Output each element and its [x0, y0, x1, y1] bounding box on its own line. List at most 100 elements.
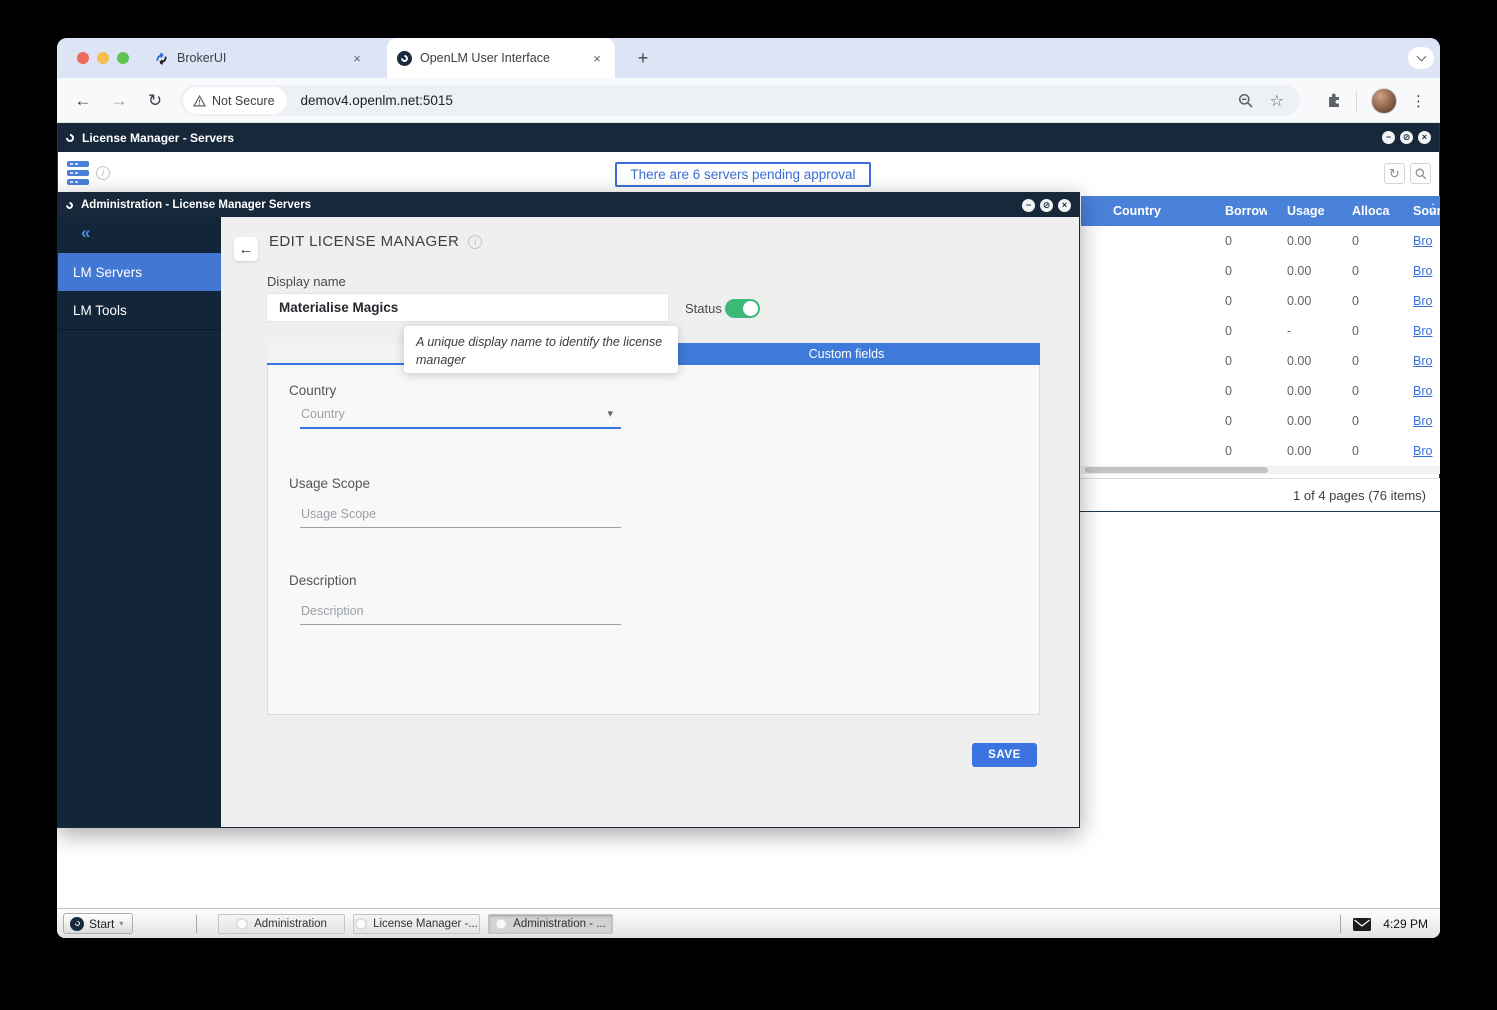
servers-icon[interactable]	[67, 161, 89, 185]
usage-scope-input[interactable]	[300, 507, 621, 527]
column-settings-icon[interactable]: ⋮	[1427, 201, 1439, 215]
browser-tab-strip: BrokerUI × OpenLM User Interface × +	[57, 38, 1440, 78]
forward-icon[interactable]: →	[105, 78, 133, 123]
source-link[interactable]: Bro	[1413, 444, 1432, 458]
search-icon	[1415, 168, 1426, 179]
display-name-input[interactable]	[266, 293, 669, 322]
macos-minimize-button[interactable]	[97, 52, 109, 64]
sidebar-item-lm-servers[interactable]: LM Servers	[58, 253, 221, 291]
source-link[interactable]: Bro	[1413, 384, 1432, 398]
cell-usage: 0.00	[1287, 294, 1312, 308]
save-button[interactable]: SAVE	[972, 743, 1037, 767]
minimize-icon[interactable]: −	[1382, 131, 1395, 144]
openlm-favicon	[397, 50, 412, 66]
status-label: Status	[685, 301, 722, 316]
new-tab-button[interactable]: +	[631, 46, 655, 70]
source-link[interactable]: Bro	[1413, 354, 1432, 368]
tab-brokerui[interactable]: BrokerUI ×	[143, 38, 375, 78]
admin-titlebar[interactable]: Administration - License Manager Servers…	[58, 193, 1079, 217]
refresh-button[interactable]: ↻	[1384, 163, 1405, 184]
browser-menu-icon[interactable]: ⋮	[1411, 92, 1426, 110]
info-icon[interactable]: i	[96, 166, 110, 180]
column-header-usage[interactable]: Usage	[1287, 196, 1333, 226]
maximize-icon[interactable]: ⊘	[1400, 131, 1413, 144]
mail-icon[interactable]	[1353, 917, 1372, 931]
macos-close-button[interactable]	[77, 52, 89, 64]
address-bar[interactable]: Not Secure demov4.openlm.net:5015 ☆	[180, 85, 1300, 116]
sidebar-collapse-icon[interactable]: «	[81, 223, 90, 243]
start-button[interactable]: Start ▾	[63, 913, 133, 934]
tab-custom-fields[interactable]: Custom fields	[653, 343, 1040, 365]
usage-scope-label: Usage Scope	[289, 476, 371, 491]
table-row[interactable]: 0 0.00 0 Bro	[1081, 286, 1440, 316]
minimize-icon[interactable]: −	[1022, 198, 1035, 212]
source-link[interactable]: Bro	[1413, 324, 1432, 338]
bookmark-star-icon[interactable]: ☆	[1270, 91, 1284, 111]
table-row[interactable]: 0 0.00 0 Bro	[1081, 346, 1440, 376]
page-title: EDIT LICENSE MANAGER	[269, 233, 460, 250]
tab-openlm[interactable]: OpenLM User Interface ×	[387, 38, 615, 78]
close-icon[interactable]: ×	[1058, 198, 1071, 212]
browser-toolbar: ← → ↻ Not Secure demov4.openlm.net:5015 …	[57, 78, 1440, 123]
horizontal-scrollbar[interactable]	[1081, 466, 1440, 474]
scrollbar-thumb[interactable]	[1085, 467, 1268, 473]
source-link[interactable]: Bro	[1413, 294, 1432, 308]
cell-usage: 0.00	[1287, 234, 1312, 248]
cell-borrow: 0	[1225, 354, 1232, 368]
pending-approval-banner[interactable]: There are 6 servers pending approval	[615, 162, 871, 187]
chevron-down-icon[interactable]: ▾	[607, 407, 613, 420]
warning-icon	[193, 94, 206, 106]
table-row[interactable]: 0 0.00 0 Bro	[1081, 256, 1440, 286]
window-icon	[236, 918, 249, 930]
openlm-window-icon	[64, 131, 76, 144]
cell-usage: 0.00	[1287, 444, 1312, 458]
window-icon	[495, 918, 508, 930]
not-secure-chip[interactable]: Not Secure	[183, 87, 287, 114]
status-toggle[interactable]	[725, 299, 760, 318]
close-icon[interactable]: ×	[1418, 131, 1431, 144]
extensions-icon[interactable]	[1325, 92, 1342, 109]
tab-search-chevron-button[interactable]	[1408, 47, 1434, 69]
table-row[interactable]: 0 - 0 Bro	[1081, 316, 1440, 346]
column-header-borrow[interactable]: Borrow	[1225, 196, 1267, 226]
cell-usage: 0.00	[1287, 384, 1312, 398]
display-name-tooltip: A unique display name to identify the li…	[404, 326, 678, 373]
table-row[interactable]: 0 0.00 0 Bro	[1081, 406, 1440, 436]
source-link[interactable]: Bro	[1413, 414, 1432, 428]
cell-allocated: 0	[1352, 414, 1359, 428]
admin-title: Administration - License Manager Servers	[81, 199, 312, 211]
table-row[interactable]: 0 0.00 0 Bro	[1081, 436, 1440, 466]
table-row[interactable]: 0 0.00 0 Bro	[1081, 376, 1440, 406]
country-select[interactable]	[300, 407, 621, 427]
profile-avatar[interactable]	[1371, 87, 1397, 114]
toggle-knob	[743, 301, 758, 316]
table-row[interactable]: 0 0.00 0 Bro	[1081, 226, 1440, 256]
source-link[interactable]: Bro	[1413, 264, 1432, 278]
taskbar-item-administration-active[interactable]: Administration - ...	[488, 914, 613, 934]
tab-close-icon[interactable]: ×	[589, 51, 605, 66]
reload-icon[interactable]: ↻	[141, 78, 169, 123]
macos-zoom-button[interactable]	[117, 52, 129, 64]
zoom-out-icon[interactable]	[1238, 93, 1254, 109]
search-button[interactable]	[1410, 163, 1431, 184]
description-input[interactable]	[300, 604, 621, 624]
column-header-country[interactable]: Country	[1113, 196, 1217, 226]
cell-allocated: 0	[1352, 234, 1359, 248]
lm-window-titlebar[interactable]: License Manager - Servers − ⊘ ×	[58, 123, 1439, 152]
back-icon[interactable]: ←	[69, 78, 97, 123]
taskbar-item-license-manager[interactable]: License Manager -...	[353, 914, 480, 934]
column-header-allocated[interactable]: Alloca	[1352, 196, 1396, 226]
admin-sidebar: « LM Servers LM Tools	[58, 217, 221, 827]
info-icon[interactable]: i	[468, 234, 483, 249]
brokerui-favicon	[153, 50, 169, 66]
taskbar-item-label: License Manager -...	[373, 918, 478, 930]
taskbar-item-administration[interactable]: Administration	[218, 914, 345, 934]
tab-close-icon[interactable]: ×	[349, 51, 365, 66]
cell-allocated: 0	[1352, 324, 1359, 338]
maximize-icon[interactable]: ⊘	[1040, 198, 1053, 212]
back-button[interactable]: ←	[234, 237, 258, 261]
sidebar-item-lm-tools[interactable]: LM Tools	[58, 291, 221, 329]
page-viewport: License Manager - Servers − ⊘ × i There …	[57, 123, 1440, 908]
url-text: demov4.openlm.net:5015	[300, 93, 453, 108]
source-link[interactable]: Bro	[1413, 234, 1432, 248]
